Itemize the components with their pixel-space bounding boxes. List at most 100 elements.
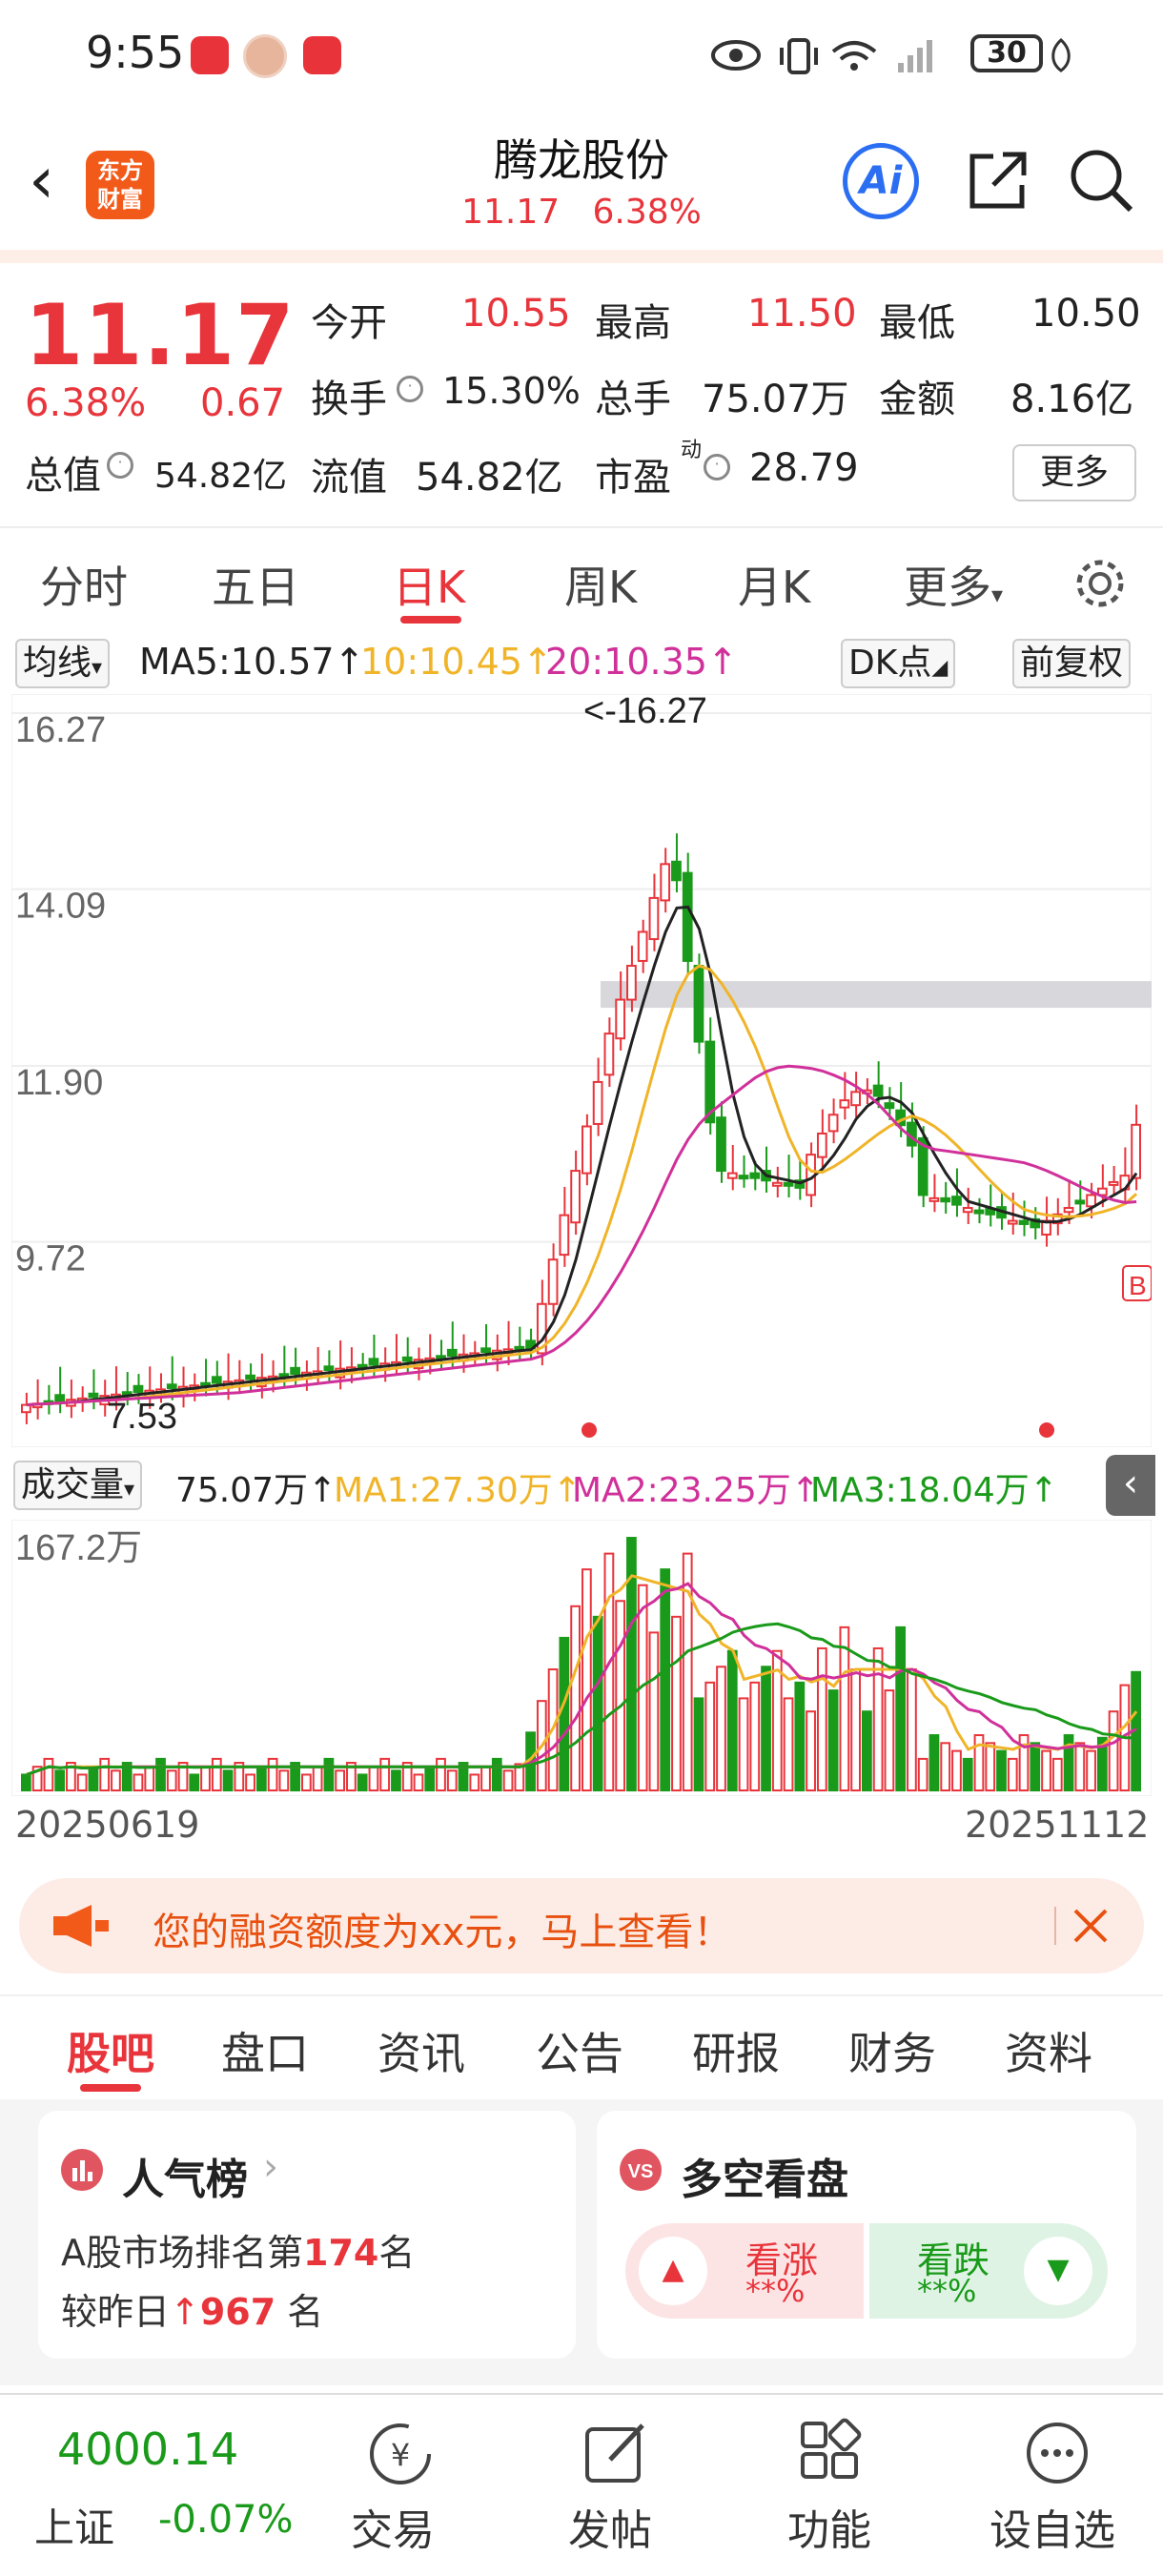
tab-finance[interactable]: 财务 [848,2019,936,2082]
add-watchlist-button[interactable]: 设自选 [972,2395,1153,2576]
candle [582,1125,592,1175]
candle [592,1080,603,1125]
candle [1108,1180,1119,1186]
info-icon[interactable]: · [704,454,730,480]
adjust-selector[interactable]: 前复权 [1012,639,1132,688]
tab-research[interactable]: 研报 [692,2019,780,2082]
volume-bar [368,1766,379,1792]
candle [637,930,648,962]
volume-bar [660,1568,671,1791]
banner-text: 您的融资额度为xx元，马上查看！ [153,1911,732,1954]
volume-bar [749,1681,761,1791]
candle [446,1348,458,1358]
trade-button[interactable]: ¥ 交易 [334,2395,477,2576]
candle [1086,1194,1096,1208]
tab-daily-k[interactable]: 日K [393,553,465,616]
bearish-button[interactable]: 看跌 **% ▼ [869,2223,1108,2319]
ai-button[interactable]: Ai [843,143,919,219]
vol-ma2: MA2:23.25万↑ [572,1471,820,1510]
divider [0,250,1163,263]
volume-bar [424,1766,436,1792]
function-button[interactable]: 功能 [763,2395,906,2576]
tab-five-day[interactable]: 五日 [212,553,299,616]
volume-bar [278,1769,290,1791]
high-label: 最高 [595,301,671,345]
tab-intraday[interactable]: 分时 [40,553,128,616]
y-axis-label: 16.27 [15,710,106,750]
volume-bar [726,1649,738,1791]
bull-bear-card[interactable]: VS 多空看盘 ▲ 看涨 **% 看跌 **% ▼ [597,2111,1136,2359]
volume-chart[interactable]: 167.2万 [11,1520,1152,1796]
candle [660,863,671,902]
vol-ma1: MA1:27.30万↑ [334,1471,582,1510]
volume-bar [783,1697,794,1791]
collapse-button[interactable]: ‹ [1106,1455,1155,1516]
kline-chart[interactable]: 16.27 14.09 11.90 9.72 <-16.27 7.53 B [11,694,1152,1447]
tab-pankou[interactable]: 盘口 [221,2019,309,2082]
tab-guba[interactable]: 股吧 [67,2019,154,2082]
tab-more[interactable]: 更多▾ [904,553,1003,616]
dk-label: DK点 [848,644,932,683]
settings-icon[interactable] [1071,555,1129,612]
candle [648,896,660,941]
share-icon[interactable] [965,147,1031,214]
megaphone-icon [53,1905,109,1947]
low-value: 10.50 [1031,292,1141,336]
volume-bar [671,1615,682,1791]
index-name: 上证 [34,2504,115,2551]
date-axis: 20250619 20251112 [0,1796,1163,1853]
volume-bar [222,1769,234,1791]
tab-more-label: 更多 [904,562,991,613]
candle [682,871,693,962]
volume-bar [693,1697,704,1791]
volume-bar [928,1734,940,1791]
y-axis-label: 9.72 [15,1239,86,1279]
more-button[interactable]: 更多 [1012,444,1136,501]
candle [626,965,637,1001]
rank-text: 名 [378,2232,416,2274]
candle [839,1099,850,1109]
popularity-card[interactable]: 人气榜 › A股市场排名第174名 较昨日↑967 名 [38,2111,576,2359]
ma-selector[interactable]: 均线▾ [15,639,111,688]
volume-bar [862,1710,872,1791]
close-icon[interactable] [1070,1905,1112,1947]
tab-weekly-k[interactable]: 周K [564,553,637,616]
tab-news[interactable]: 资讯 [377,2019,465,2082]
candle [570,1170,581,1224]
financing-banner[interactable]: 您的融资额度为xx元，马上查看！ [19,1878,1144,1973]
volume-selector[interactable]: 成交量▾ [13,1461,143,1510]
volume-selector-label: 成交量 [21,1465,125,1504]
volume-bar [1030,1742,1041,1792]
search-icon[interactable] [1068,147,1136,215]
card-title: 人气榜 [122,2156,248,2204]
turnover-value: 15.30% [442,370,581,412]
volume-bar [716,1666,726,1791]
volume-bar [951,1749,962,1792]
volume-bar [357,1773,368,1792]
volume-bar [211,1757,222,1792]
candle [738,1175,749,1180]
candle [1063,1207,1074,1214]
chart-frame [11,694,1152,1447]
candle [1018,1219,1030,1225]
candle [88,1392,99,1399]
volume-bar [884,1689,895,1791]
post-button[interactable]: 发帖 [553,2395,696,2576]
candle [603,1032,615,1076]
tab-underline [400,616,461,624]
info-icon[interactable]: · [397,376,423,402]
header-price: 11.17 [461,193,561,232]
volume-bar [761,1666,771,1791]
volume-bar [827,1689,839,1791]
tab-profile[interactable]: 资料 [1005,2019,1092,2082]
tab-monthly-k[interactable]: 月K [738,553,810,616]
dk-point-selector[interactable]: DK点◢ [841,639,956,688]
tab-announcements[interactable]: 公告 [536,2019,623,2082]
candle [1007,1219,1018,1225]
bullish-button[interactable]: ▲ 看涨 **% [625,2223,864,2319]
notification-icon [191,36,229,74]
index-widget[interactable]: 4000.14 上证 -0.07% [0,2395,305,2576]
caret-down-icon: ◢ [931,656,949,680]
candle [211,1376,222,1384]
info-icon[interactable]: · [107,452,133,479]
